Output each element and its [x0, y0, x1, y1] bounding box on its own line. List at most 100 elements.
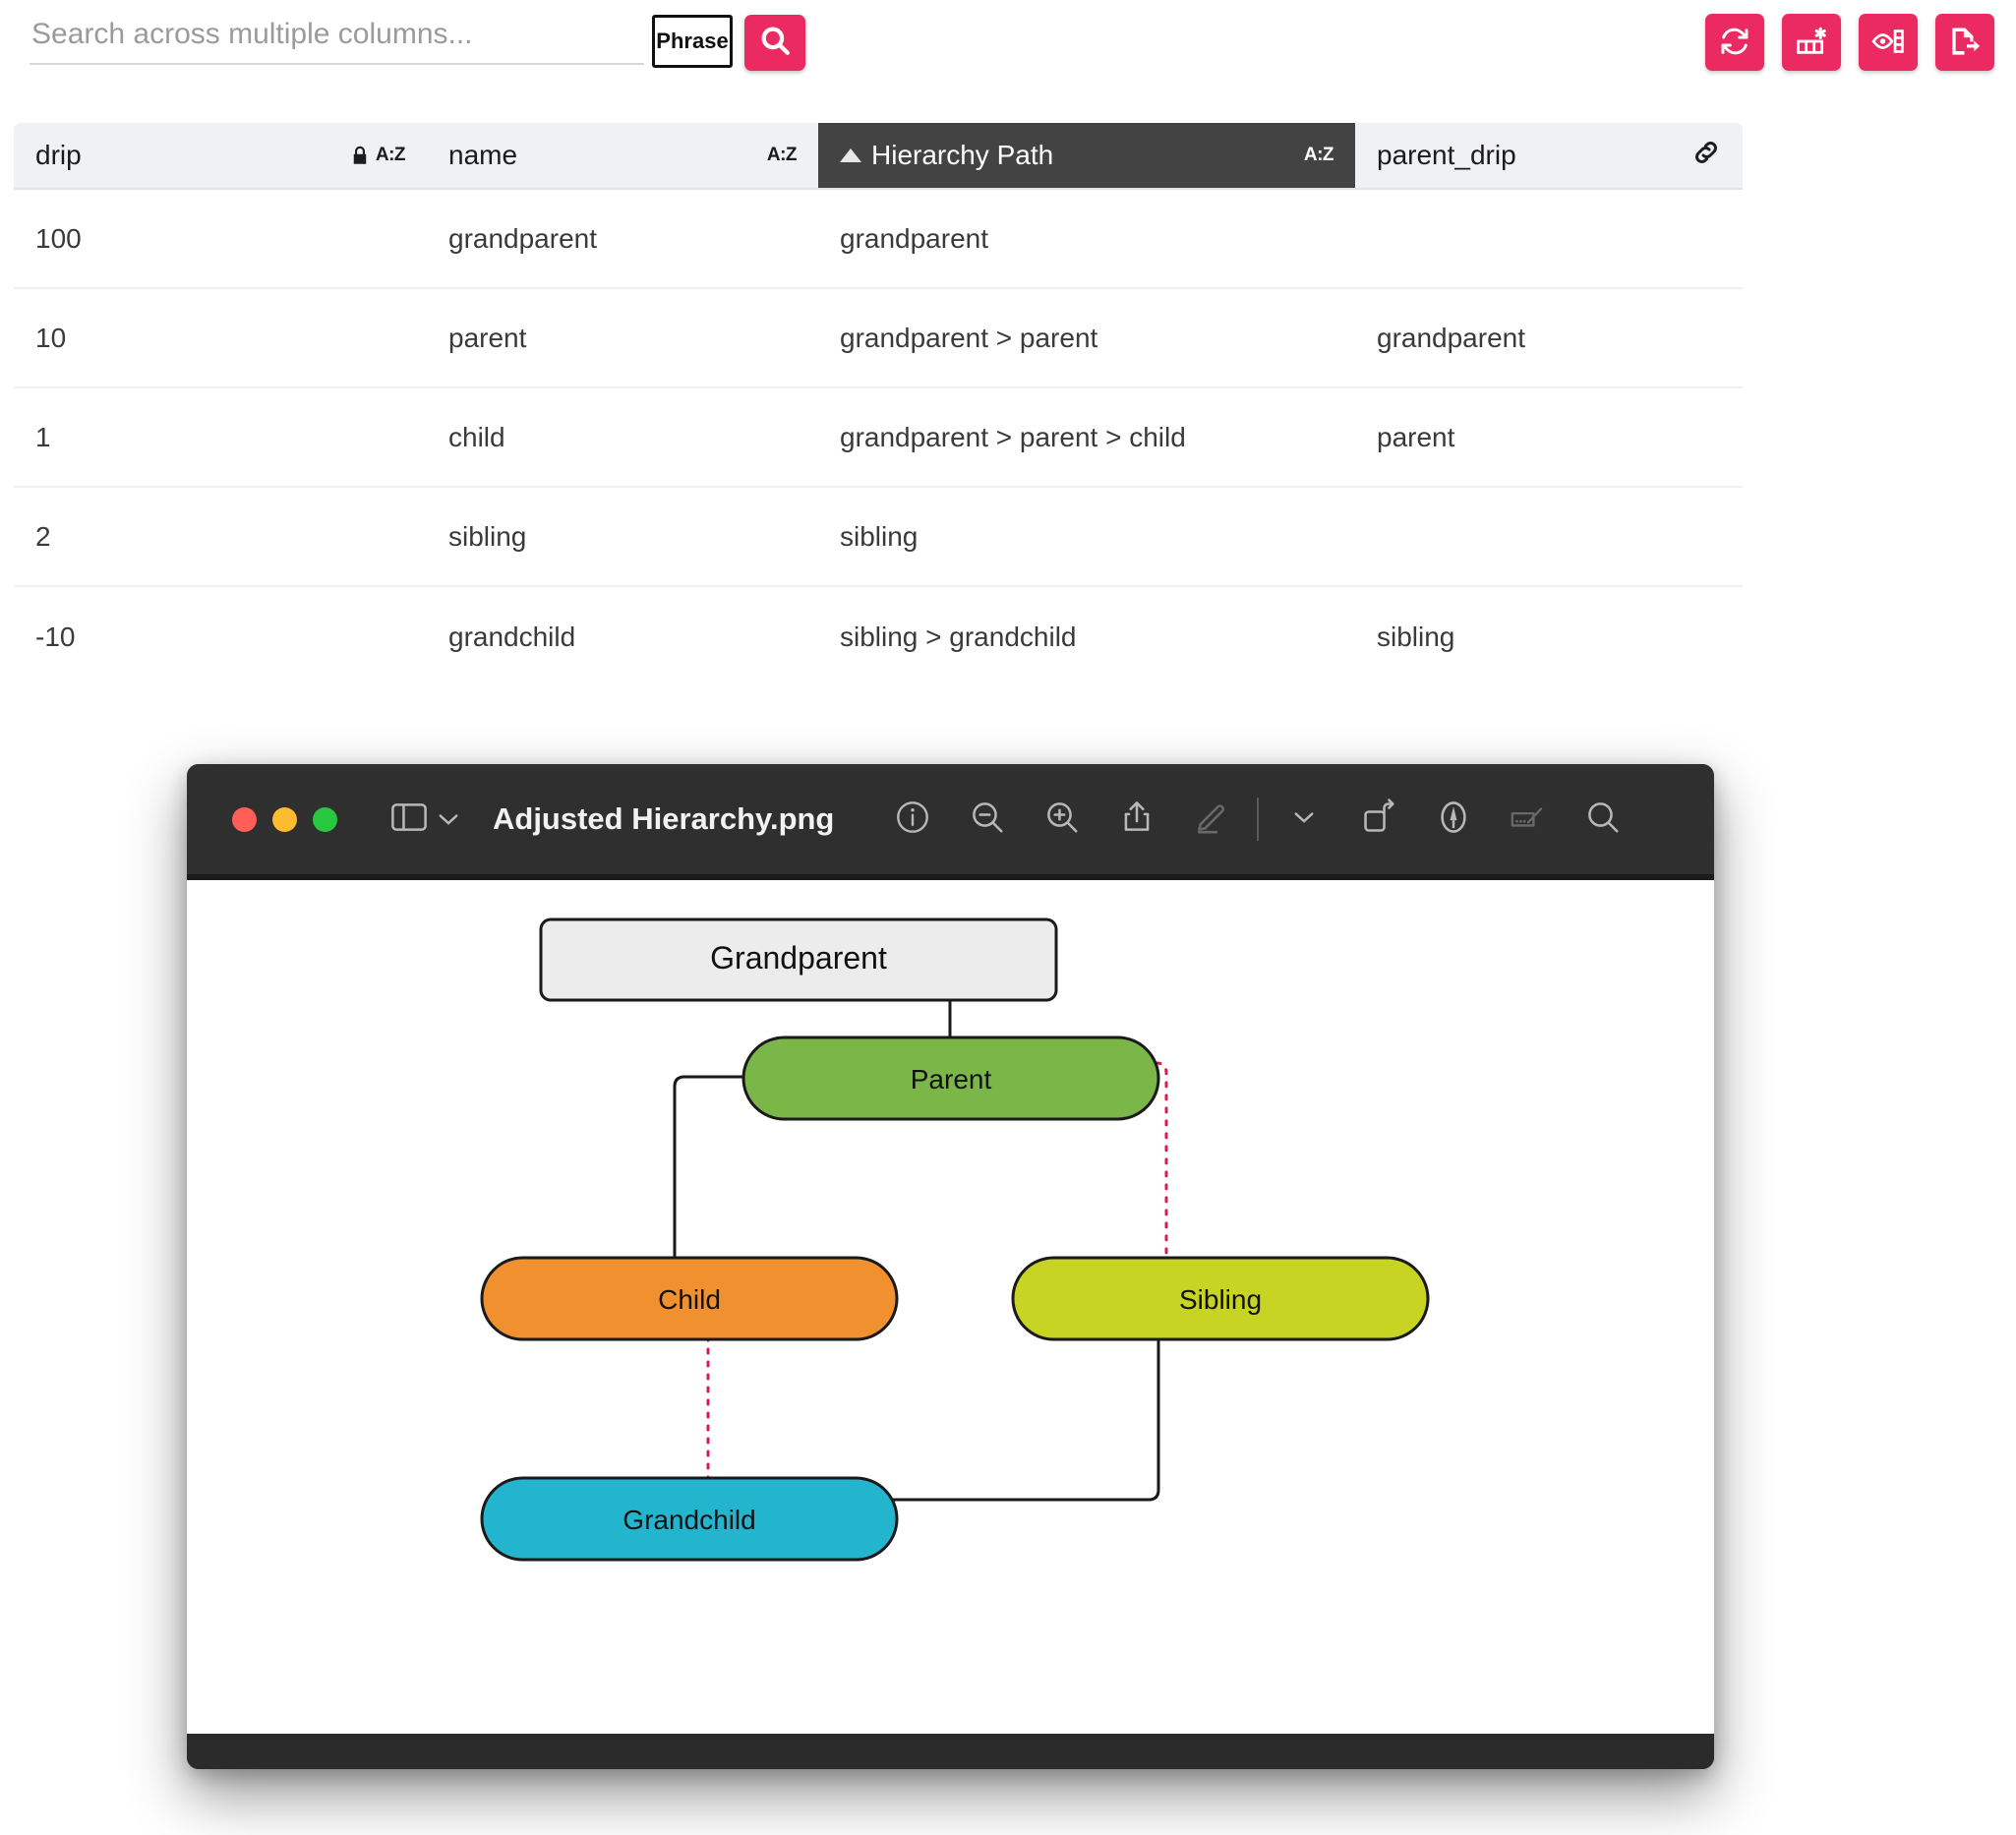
column-header-hierarchy-path-sort: A:Z: [1303, 145, 1334, 165]
refresh-button[interactable]: [1705, 14, 1764, 71]
markup-button[interactable]: [1174, 782, 1249, 857]
column-header-hierarchy-path-meta: A:Z: [1304, 145, 1334, 166]
lock-icon: [351, 146, 369, 165]
column-header-drip-sort: A:Z: [375, 145, 406, 165]
table-row[interactable]: -10 grandchild sibling > grandchild sibl…: [14, 587, 1743, 686]
table-body: 100 grandparent grandparent 10 parent gr…: [14, 190, 1743, 686]
zoom-in-button[interactable]: [1025, 782, 1099, 857]
edge-parent-sibling-dotted: [1155, 1061, 1168, 1281]
chevron-down-icon: [438, 805, 459, 833]
diagram-node-grandchild[interactable]: Grandchild: [480, 1476, 899, 1562]
export-button[interactable]: [1935, 14, 1994, 71]
cell-drip: 1: [35, 421, 51, 452]
sidebar-options-button[interactable]: [438, 805, 459, 833]
column-header-name[interactable]: name A:Z: [427, 123, 818, 188]
magnifier-icon: [758, 24, 792, 62]
search-submit-button[interactable]: [744, 15, 805, 71]
table-row[interactable]: 10 parent grandparent > parent grandpare…: [14, 289, 1743, 388]
info-icon: [894, 799, 931, 841]
markup-pen-icon: [1193, 799, 1230, 841]
diagram-node-child[interactable]: Child: [480, 1256, 899, 1341]
signature-button[interactable]: [1491, 782, 1566, 857]
data-table: drip A:Z name A:Z Hierarchy Path A:Z par…: [14, 123, 1743, 686]
refresh-icon: [1719, 26, 1750, 60]
phrase-toggle-button[interactable]: Phrase: [652, 15, 733, 68]
cell-drip: -10: [35, 621, 76, 652]
cell-name: parent: [448, 322, 527, 353]
column-header-name-sort: A:Z: [766, 145, 798, 165]
traffic-lights: [232, 806, 337, 832]
zoom-in-icon: [1043, 799, 1081, 841]
eye-columns-icon: [1871, 25, 1905, 61]
info-button[interactable]: [875, 782, 950, 857]
column-header-parent-drip[interactable]: parent_drip: [1355, 123, 1743, 188]
cell-drip: 10: [35, 322, 67, 353]
share-button[interactable]: [1099, 782, 1174, 857]
markup-options-button[interactable]: [1267, 782, 1341, 857]
sidebar-toggle-icon: [390, 801, 428, 838]
search-button[interactable]: [1566, 782, 1640, 857]
column-header-parent-drip-meta: [1691, 138, 1721, 173]
new-record-button[interactable]: [1782, 14, 1841, 71]
close-button[interactable]: [232, 806, 257, 832]
cell-parent-drip: sibling: [1377, 621, 1455, 652]
column-visibility-button[interactable]: [1859, 14, 1918, 71]
search-icon: [1584, 799, 1622, 841]
columns-asterisk-icon: [1795, 25, 1828, 61]
cell-drip: 2: [35, 520, 51, 552]
hierarchy-diagram: Grandparent Parent Child Sibling Grandch…: [480, 918, 1430, 1562]
rotate-button[interactable]: [1341, 782, 1416, 857]
column-header-name-label: name: [448, 140, 518, 170]
window-titlebar: Adjusted Hierarchy.png: [187, 764, 1714, 874]
column-header-hierarchy-path[interactable]: Hierarchy Path A:Z: [818, 123, 1355, 188]
table-row[interactable]: 1 child grandparent > parent > child par…: [14, 388, 1743, 488]
top-toolbar: Phrase: [0, 0, 2016, 90]
sort-ascending-icon: [840, 148, 861, 162]
column-header-parent-drip-label: parent_drip: [1377, 140, 1516, 170]
cell-path: grandparent > parent > child: [840, 421, 1186, 452]
diagram-node-child-label: Child: [658, 1284, 721, 1315]
table-row[interactable]: 100 grandparent grandparent: [14, 190, 1743, 289]
search-field-wrapper: [30, 14, 644, 65]
preview-window: Adjusted Hierarchy.png Grandparent Paren…: [187, 764, 1714, 1769]
cell-name: child: [448, 421, 505, 452]
column-header-drip-label: drip: [35, 140, 82, 170]
toolbar-separator: [1257, 798, 1260, 841]
annotate-button[interactable]: [1416, 782, 1491, 857]
search-input[interactable]: [30, 14, 644, 65]
zoom-out-icon: [969, 799, 1006, 841]
cell-drip: 100: [35, 222, 82, 254]
signature-icon: [1509, 799, 1548, 841]
column-header-drip[interactable]: drip A:Z: [14, 123, 427, 188]
image-canvas: Grandparent Parent Child Sibling Grandch…: [187, 874, 1714, 1740]
diagram-node-grandchild-label: Grandchild: [623, 1505, 755, 1535]
zoom-out-button[interactable]: [950, 782, 1025, 857]
cell-path: sibling: [840, 520, 919, 552]
diagram-node-parent-label: Parent: [911, 1064, 992, 1095]
diagram-node-parent[interactable]: Parent: [741, 1036, 1160, 1121]
preview-toolbar: [875, 782, 1640, 857]
zoom-button[interactable]: [313, 806, 337, 832]
chevron-down-icon: [1293, 810, 1315, 829]
annotate-icon: [1435, 799, 1472, 841]
link-icon: [1691, 138, 1721, 173]
window-bottom-bar: [187, 1734, 1714, 1769]
column-header-hierarchy-path-label: Hierarchy Path: [871, 140, 1054, 170]
cell-parent-drip: grandparent: [1377, 322, 1526, 353]
cell-path: grandparent: [840, 222, 989, 254]
cell-path: sibling > grandchild: [840, 621, 1077, 652]
window-title: Adjusted Hierarchy.png: [493, 801, 835, 836]
cell-name: sibling: [448, 520, 527, 552]
sidebar-toggle-button[interactable]: [390, 801, 428, 838]
diagram-node-grandparent[interactable]: Grandparent: [539, 918, 1058, 1002]
minimize-button[interactable]: [272, 806, 297, 832]
diagram-node-sibling[interactable]: Sibling: [1011, 1256, 1430, 1341]
rotate-icon: [1360, 798, 1397, 841]
table-row[interactable]: 2 sibling sibling: [14, 488, 1743, 587]
cell-path: grandparent > parent: [840, 322, 1098, 353]
diagram-node-grandparent-label: Grandparent: [710, 940, 887, 976]
action-button-group: [1705, 14, 1994, 71]
share-icon: [1118, 799, 1156, 841]
column-header-drip-meta: A:Z: [351, 145, 406, 166]
column-header-name-meta: A:Z: [766, 145, 798, 166]
